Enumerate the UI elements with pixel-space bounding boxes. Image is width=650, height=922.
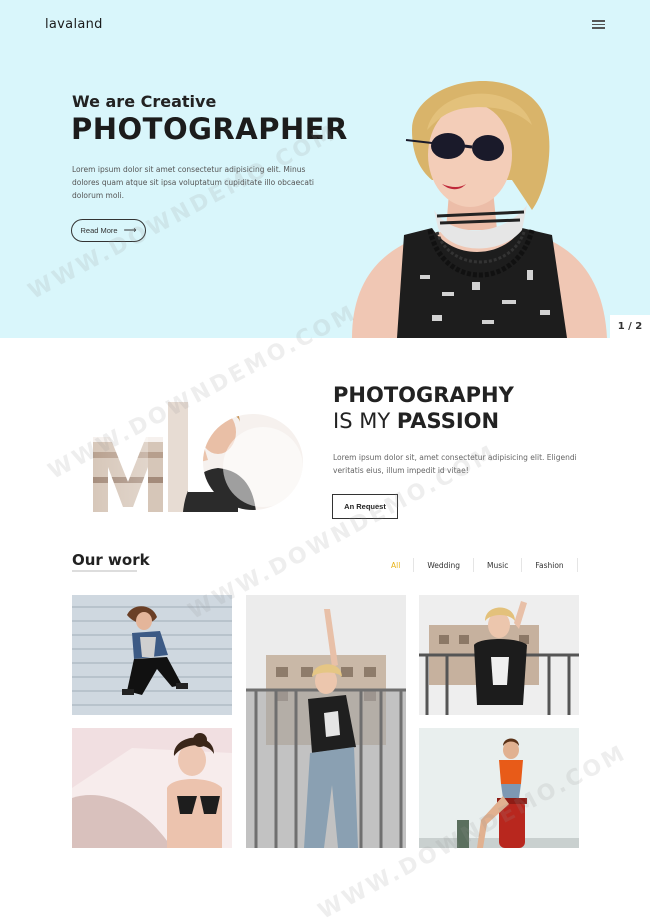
logo[interactable]: lavaland (45, 17, 103, 32)
our-work-title: Our work (72, 551, 150, 569)
arrow-right-icon: ⟶ (123, 225, 137, 235)
slider-counter[interactable]: 1 / 2 (610, 315, 650, 338)
hero-title: PHOTOGRAPHER (71, 112, 348, 146)
request-button[interactable]: An Request (332, 494, 398, 519)
read-more-button[interactable]: Read More ⟶ (71, 219, 146, 242)
hero-description: Lorem ipsum dolor sit amet consectetur a… (72, 165, 314, 200)
hero-section: lavaland We are Creative PHOTOGRAPHER Lo… (0, 0, 650, 338)
hero-kicker: We are Creative (72, 92, 217, 111)
portfolio-item-lounging-woman[interactable] (72, 728, 232, 848)
passion-title-bold: PASSION (396, 409, 500, 433)
passion-title-line2: IS MY PASSION (333, 409, 499, 433)
passion-letter-art (88, 382, 303, 512)
filter-fashion[interactable]: Fashion (522, 558, 578, 572)
read-more-label: Read More (80, 226, 118, 235)
hero-photographer-image (352, 81, 607, 338)
filter-music[interactable]: Music (474, 558, 523, 572)
portfolio-item-skull-shirt[interactable] (419, 595, 579, 715)
portfolio-filters: All Wedding Music Fashion (378, 558, 578, 572)
filter-all[interactable]: All (378, 558, 415, 572)
title-underline (72, 570, 137, 572)
filter-wedding[interactable]: Wedding (414, 558, 475, 572)
hamburger-menu-icon[interactable] (592, 20, 605, 29)
passion-description: Lorem ipsum dolor sit, amet consectetur … (333, 453, 577, 475)
passion-title-prefix: IS MY (333, 409, 397, 433)
portfolio-item-rooftop-woman[interactable] (246, 595, 406, 848)
portfolio-item-jumping-woman[interactable] (72, 595, 232, 715)
passion-title-line1: PHOTOGRAPHY (333, 383, 514, 407)
portfolio-item-orange-shirt[interactable] (419, 728, 579, 848)
